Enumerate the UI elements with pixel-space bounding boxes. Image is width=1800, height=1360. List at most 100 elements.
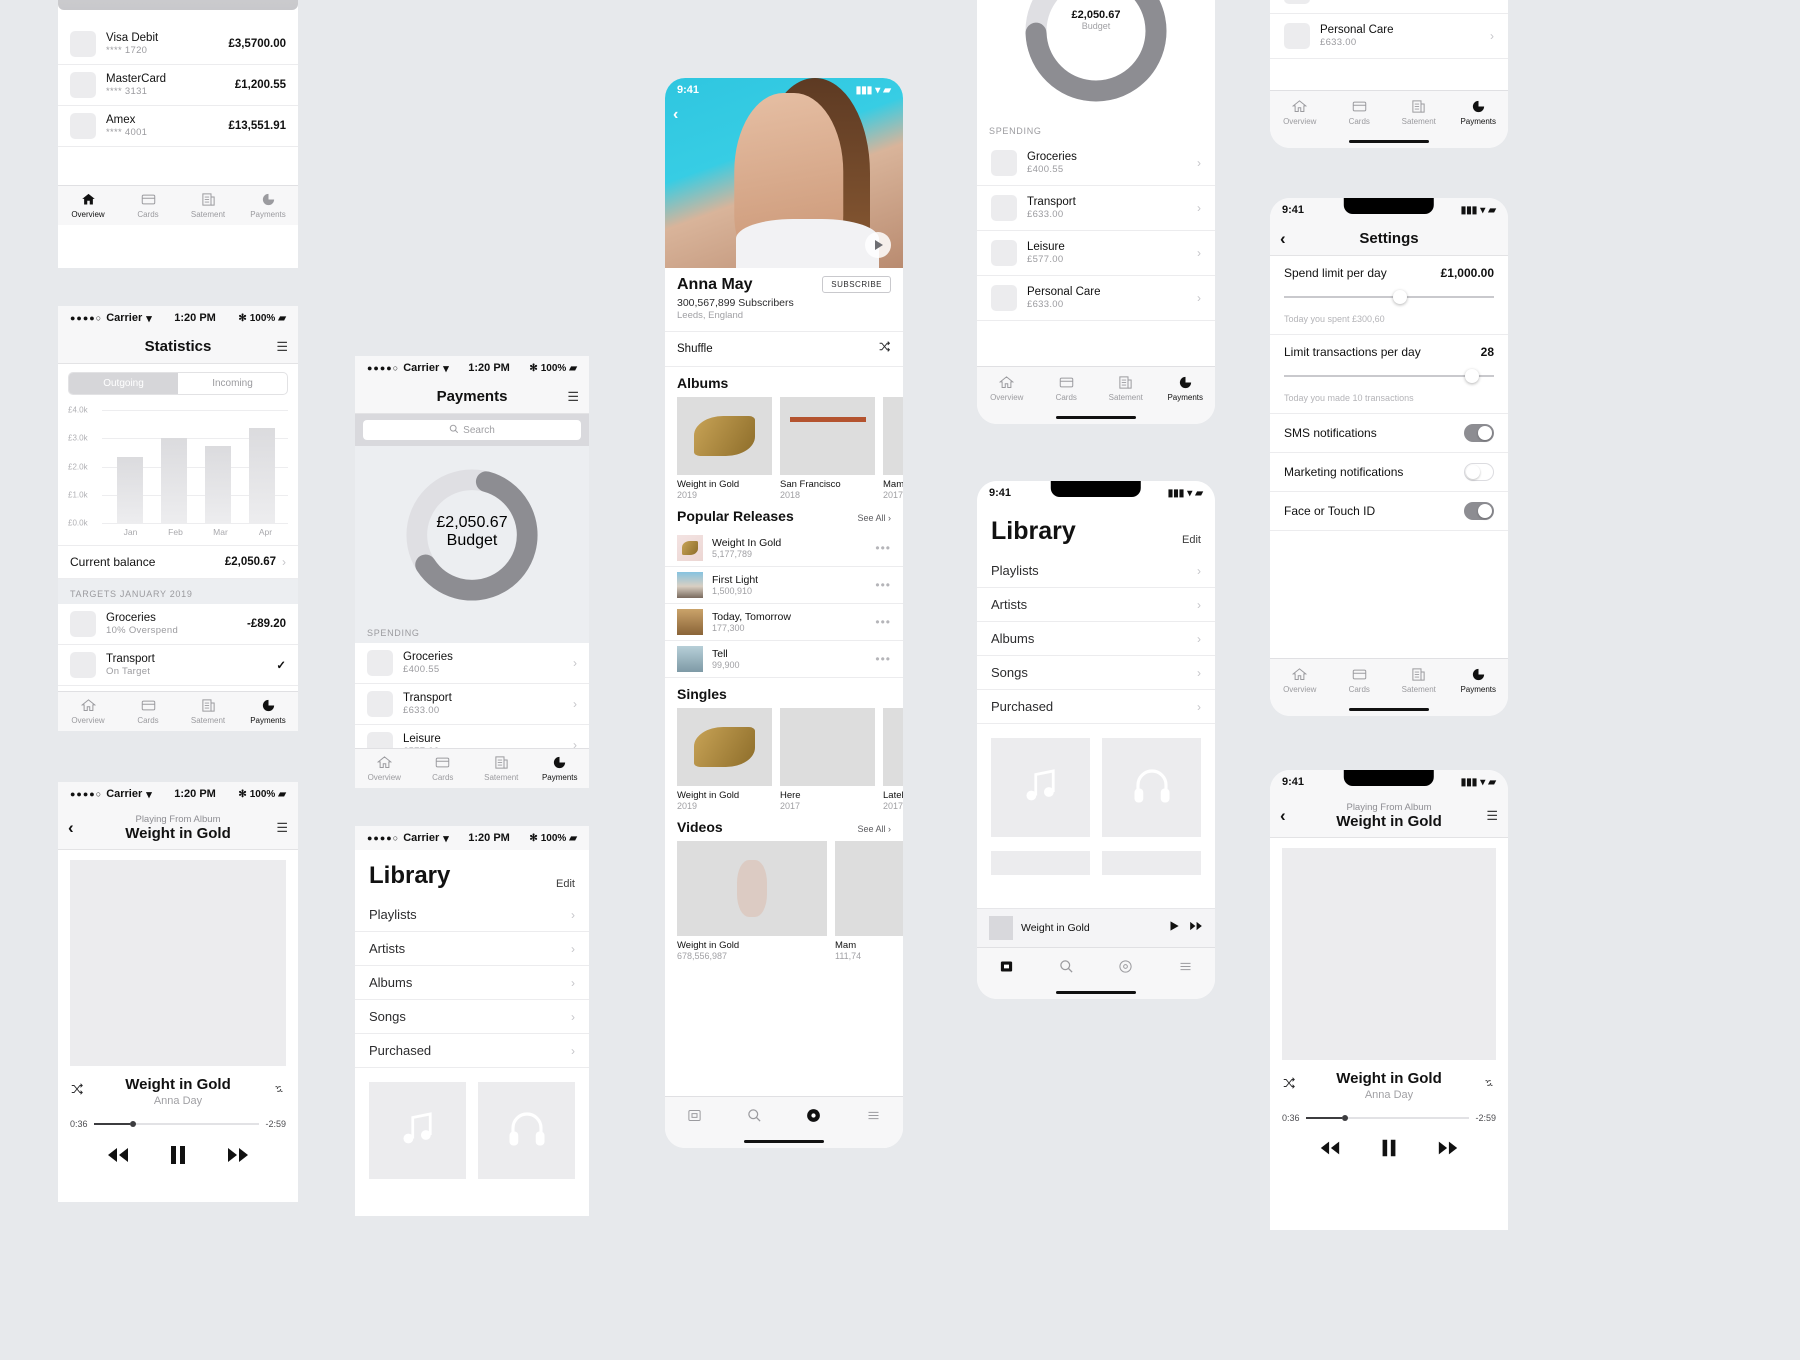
library-row-artists[interactable]: Artists › [977,588,1215,622]
tab-cards[interactable]: Cards [1037,375,1097,402]
sms-notifications-row[interactable]: SMS notifications [1270,414,1508,453]
album-tile[interactable]: San Francisco 2018 [780,397,875,500]
marketing-notifications-row[interactable]: Marketing notifications [1270,453,1508,492]
play-button[interactable] [865,232,891,258]
back-button[interactable]: ‹ [1280,229,1286,249]
tab-search[interactable] [1037,959,1097,974]
library-row-songs[interactable]: Songs › [977,656,1215,690]
repeat-icon[interactable] [272,1082,286,1101]
table-row[interactable]: Transport £633.00 › [977,186,1215,231]
tab-payments[interactable]: Payments [531,755,590,782]
table-row[interactable]: Groceries £400.55 › [355,643,589,684]
previous-button[interactable] [1319,1137,1341,1164]
tab-overview[interactable]: Overview [58,192,118,219]
shuffle-icon[interactable] [878,340,891,358]
slider-knob[interactable] [1393,290,1408,304]
library-row-albums[interactable]: Albums › [355,966,589,1000]
spend-limit-slider[interactable] [1284,290,1494,304]
face-touch-id-row[interactable]: Face or Touch ID [1270,492,1508,531]
track-row[interactable]: Today, Tomorrow 177,300 ••• [665,604,903,641]
see-all-link[interactable]: See All › [857,824,891,834]
grid-cell-music[interactable] [369,1082,466,1179]
table-row[interactable]: Groceries £400.55 › [977,141,1215,186]
table-row[interactable]: Amex **** 4001 £13,551.91 [58,106,298,147]
library-row-artists[interactable]: Artists › [355,932,589,966]
table-row[interactable]: Groceries 10% Overspend -£89.20 [58,604,298,645]
single-tile[interactable]: Weight in Gold 2019 [677,708,772,811]
table-row[interactable]: Leisure £577.00 › [977,231,1215,276]
search-input[interactable]: Search [363,420,581,440]
more-icon[interactable]: ••• [875,541,891,555]
menu-icon[interactable]: ☰ [276,339,288,355]
grid-cell-placeholder[interactable] [1102,851,1201,875]
tab-payments[interactable]: Payments [238,698,298,725]
track-row[interactable]: First Light 1,500,910 ••• [665,567,903,604]
transaction-limit-slider[interactable] [1284,369,1494,383]
segment-incoming[interactable]: Incoming [178,373,287,394]
tab-cards[interactable]: Cards [414,755,473,782]
library-row-songs[interactable]: Songs › [355,1000,589,1034]
mini-player[interactable]: Weight in Gold [977,908,1215,947]
shuffle-icon[interactable] [70,1082,84,1101]
table-row[interactable]: Transport On Target ✓ [58,645,298,686]
current-balance-row[interactable]: Current balance £2,050.67 › [58,545,298,579]
tab-library[interactable] [665,1108,725,1123]
video-tile[interactable]: Weight in Gold 678,556,987 [677,841,827,961]
single-tile[interactable]: Here 2017 [780,708,875,811]
tab-overview[interactable]: Overview [58,698,118,725]
tab-payments[interactable]: Payments [1449,99,1509,126]
edit-button[interactable]: Edit [1182,534,1201,546]
next-button[interactable] [1189,919,1203,938]
single-tile[interactable]: Lately2017 [883,708,903,811]
tab-payments[interactable]: Payments [238,192,298,219]
menu-icon[interactable]: ☰ [276,820,288,836]
track-row[interactable]: Tell 99,900 ••• [665,641,903,678]
credit-card-visual[interactable]: •••• 1720 VISA [58,0,298,10]
tab-list[interactable] [1156,959,1216,974]
tab-cards[interactable]: Cards [118,192,178,219]
next-button[interactable] [1437,1137,1459,1164]
previous-button[interactable] [106,1143,130,1172]
tab-radio[interactable] [1096,959,1156,974]
shuffle-row[interactable]: Shuffle [665,331,903,367]
progress-slider[interactable] [1305,1115,1470,1121]
library-row-purchased[interactable]: Purchased › [355,1034,589,1068]
tab-overview[interactable]: Overview [1270,99,1330,126]
table-row[interactable]: Transport £633.00 › [355,684,589,725]
track-row[interactable]: Weight In Gold 5,177,789 ••• [665,530,903,567]
see-all-link[interactable]: See All › [857,513,891,523]
tab-statement[interactable]: Satement [472,755,531,782]
play-button[interactable] [1167,919,1181,938]
menu-icon[interactable]: ☰ [567,389,579,405]
album-tile[interactable]: Mamn2017 [883,397,903,500]
more-icon[interactable]: ••• [875,652,891,666]
tab-library[interactable] [977,959,1037,974]
grid-cell-placeholder[interactable] [991,851,1090,875]
singles-carousel[interactable]: Weight in Gold2019 Here2017 Lately2017 [665,708,903,811]
tab-overview[interactable]: Overview [355,755,414,782]
edit-button[interactable]: Edit [556,878,575,890]
menu-icon[interactable]: ☰ [1486,808,1498,824]
library-row-playlists[interactable]: Playlists › [977,554,1215,588]
table-row[interactable]: Leisure 9% Saved +£103.00 [1270,0,1508,14]
table-row[interactable]: Visa Debit **** 1720 £3,5700.00 [58,24,298,65]
tab-cards[interactable]: Cards [1330,99,1390,126]
next-button[interactable] [226,1143,250,1172]
library-row-playlists[interactable]: Playlists › [355,898,589,932]
back-button[interactable]: ‹ [673,106,678,124]
grid-cell-headphones[interactable] [1102,738,1201,837]
tab-statement[interactable]: Satement [178,698,238,725]
tab-list[interactable] [844,1108,904,1123]
progress-slider[interactable] [93,1121,260,1127]
slider-knob[interactable] [1464,369,1479,383]
marketing-notifications-toggle[interactable] [1464,463,1494,481]
back-button[interactable]: ‹ [1280,806,1286,826]
back-button[interactable]: ‹ [68,818,74,838]
library-row-purchased[interactable]: Purchased › [977,690,1215,724]
pause-button[interactable] [166,1143,190,1172]
table-row[interactable]: Personal Care £633.00 › [977,276,1215,321]
pause-button[interactable] [1378,1137,1400,1164]
tab-statement[interactable]: Satement [178,192,238,219]
more-icon[interactable]: ••• [875,615,891,629]
segment-outgoing[interactable]: Outgoing [69,373,178,394]
